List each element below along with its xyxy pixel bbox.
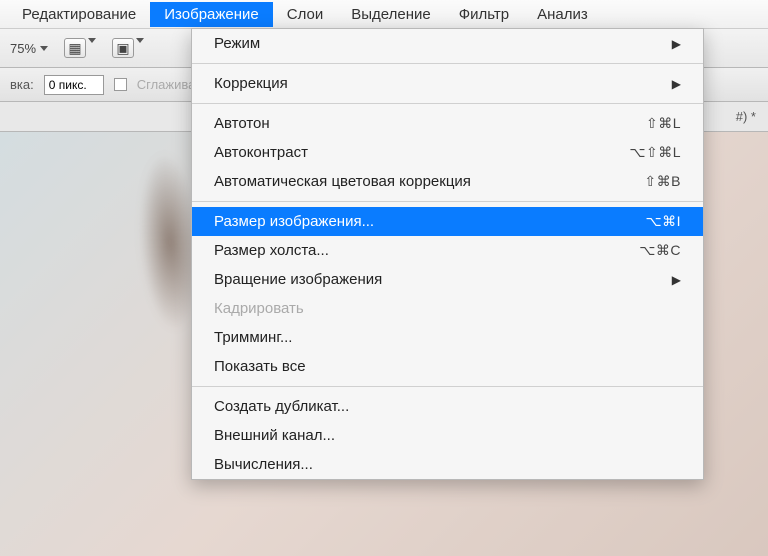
antialias-checkbox[interactable]	[114, 78, 127, 91]
menu-item-crop: Кадрировать	[192, 294, 703, 323]
menu-separator	[192, 63, 703, 64]
submenu-arrow-icon: ▶	[672, 273, 681, 287]
screen-mode-icon[interactable]: ▣	[112, 38, 134, 58]
tab-title-suffix: #) *	[736, 109, 756, 124]
antialias-label: Сглажива	[137, 77, 196, 92]
menu-edit[interactable]: Редактирование	[8, 2, 150, 27]
chevron-down-icon	[88, 38, 96, 43]
menu-item-apply-image[interactable]: Внешний канал...	[192, 421, 703, 450]
menu-item-mode[interactable]: Режим ▶	[192, 29, 703, 58]
menu-separator	[192, 386, 703, 387]
zoom-control[interactable]: 75%	[10, 41, 48, 56]
menu-item-trim[interactable]: Тримминг...	[192, 323, 703, 352]
menu-item-duplicate[interactable]: Создать дубликат...	[192, 392, 703, 421]
menu-item-image-rotation[interactable]: Вращение изображения ▶	[192, 265, 703, 294]
submenu-arrow-icon: ▶	[672, 77, 681, 91]
menu-analysis[interactable]: Анализ	[523, 2, 602, 27]
menu-select[interactable]: Выделение	[337, 2, 444, 27]
menu-separator	[192, 103, 703, 104]
arrange-docs-icon[interactable]: ▦	[64, 38, 86, 58]
menu-item-autocontrast[interactable]: Автоконтраст ⌥⇧⌘L	[192, 138, 703, 167]
menu-item-autotone[interactable]: Автотон ⇧⌘L	[192, 109, 703, 138]
menu-item-autocolor[interactable]: Автоматическая цветовая коррекция ⇧⌘B	[192, 167, 703, 196]
menu-item-canvas-size[interactable]: Размер холста... ⌥⌘C	[192, 236, 703, 265]
menu-item-calculations[interactable]: Вычисления...	[192, 450, 703, 479]
feather-input[interactable]	[44, 75, 104, 95]
menu-layers[interactable]: Слои	[273, 2, 337, 27]
feather-label: вка:	[10, 77, 34, 92]
menu-separator	[192, 201, 703, 202]
chevron-down-icon	[40, 46, 48, 51]
menu-item-adjustments[interactable]: Коррекция ▶	[192, 69, 703, 98]
chevron-down-icon	[136, 38, 144, 43]
submenu-arrow-icon: ▶	[672, 37, 681, 51]
menu-item-reveal-all[interactable]: Показать все	[192, 352, 703, 381]
menu-filter[interactable]: Фильтр	[445, 2, 523, 27]
menu-image[interactable]: Изображение	[150, 2, 273, 27]
image-menu-dropdown: Режим ▶ Коррекция ▶ Автотон ⇧⌘L Автоконт…	[191, 28, 704, 480]
zoom-value: 75%	[10, 41, 36, 56]
menu-item-image-size[interactable]: Размер изображения... ⌥⌘I	[192, 207, 703, 236]
menubar: Редактирование Изображение Слои Выделени…	[0, 0, 768, 28]
